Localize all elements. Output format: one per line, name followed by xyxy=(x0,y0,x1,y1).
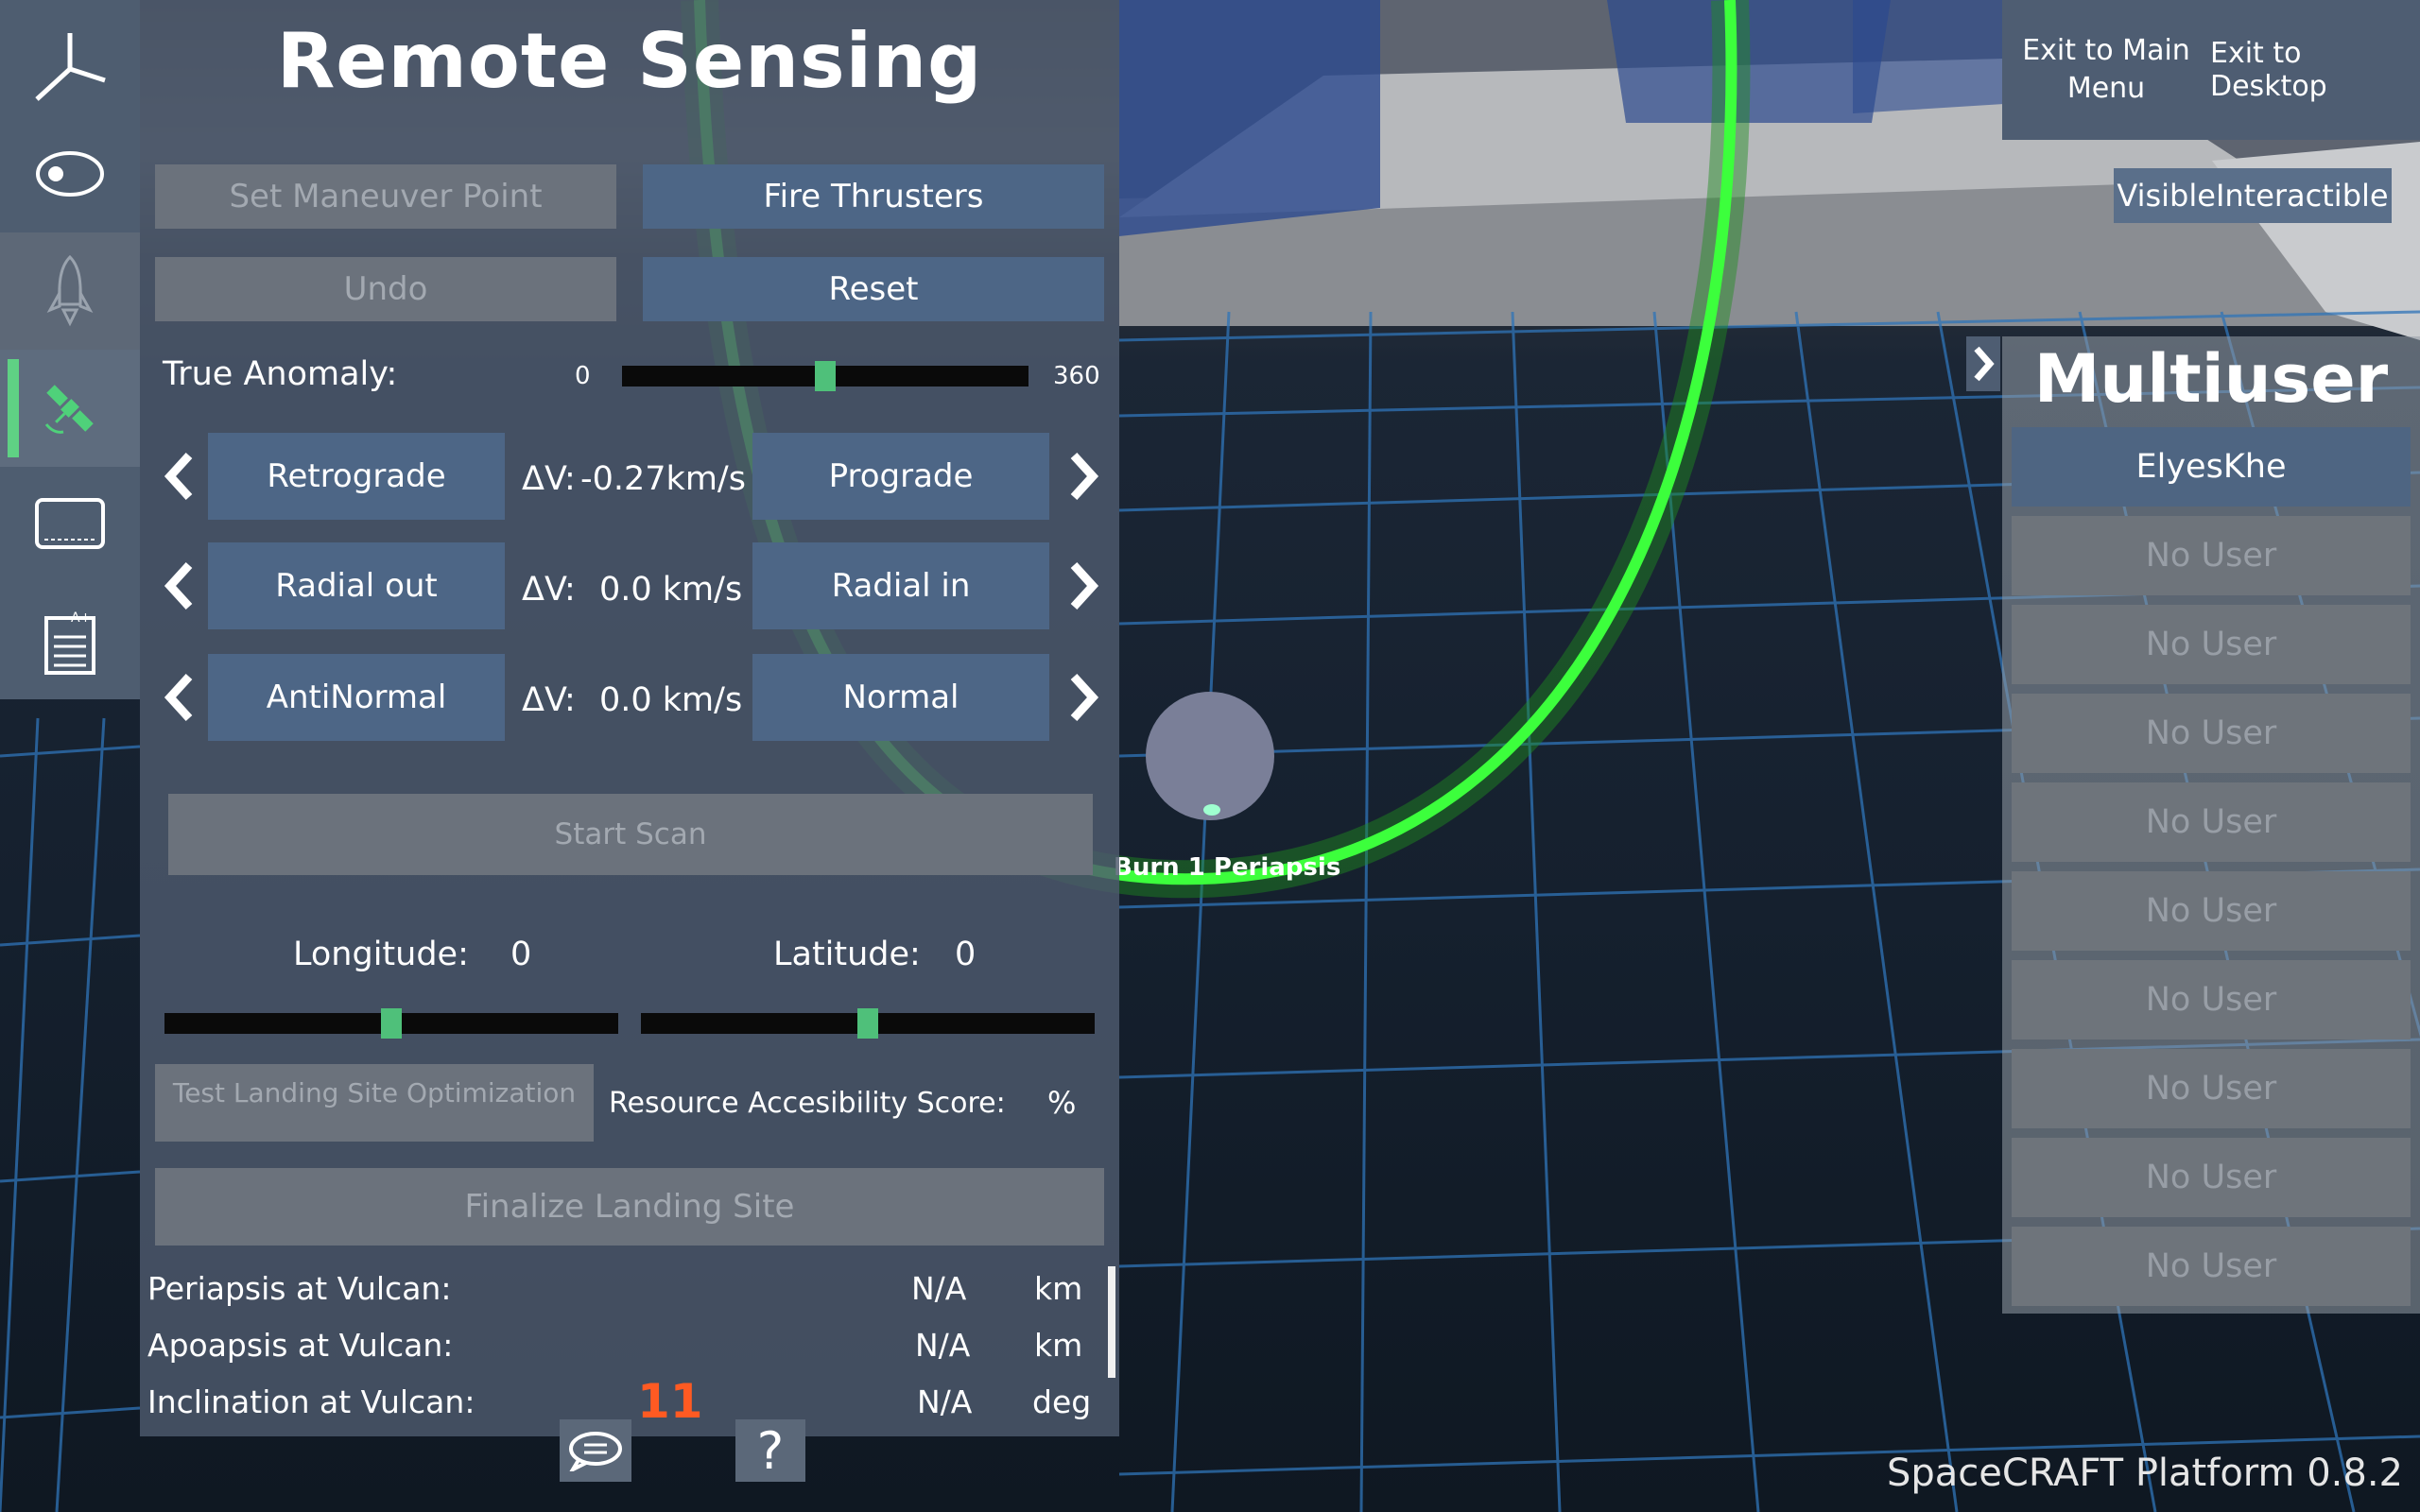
orbit-icon xyxy=(36,151,104,197)
periapsis-marker-label: Burn 1 Periapsis xyxy=(1114,853,1341,882)
radial-dv-value: 0.0 km/s xyxy=(599,571,743,609)
normal-chevron-right-icon[interactable] xyxy=(1064,669,1102,726)
user-slot[interactable]: No User xyxy=(2012,516,2411,595)
monitor-icon xyxy=(35,498,105,549)
prograde-dv-value: -0.27km/s xyxy=(580,460,746,498)
axes-icon xyxy=(35,33,106,101)
top-menu: Exit to Main Menu Exit to Desktop xyxy=(2002,0,2420,140)
multiuser-title: Multiuser xyxy=(2033,340,2389,418)
user-slot[interactable]: No User xyxy=(2012,605,2411,684)
satellite-icon xyxy=(44,385,94,434)
exit-desktop-button[interactable]: Exit to Desktop xyxy=(2210,0,2420,140)
antinormal-button[interactable]: AntiNormal xyxy=(208,654,505,741)
dv-label: ΔV: xyxy=(522,571,576,609)
inclination-value: N/A xyxy=(917,1383,973,1420)
periapsis-label: Periapsis at Vulcan: xyxy=(147,1270,452,1307)
radial-out-button[interactable]: Radial out xyxy=(208,542,505,629)
multiuser-collapse-button[interactable] xyxy=(1966,336,2000,391)
resource-score-label: Resource Accesibility Score: xyxy=(609,1087,1006,1120)
panel-title: Remote Sensing xyxy=(276,17,983,105)
true-anomaly-label: True Anomaly: xyxy=(163,355,398,393)
user-slot[interactable]: No User xyxy=(2012,1227,2411,1306)
retrograde-decrease-chevron-left-icon[interactable] xyxy=(161,448,199,505)
rail-rocket-button[interactable] xyxy=(0,232,140,350)
rail-orbit-button[interactable] xyxy=(0,115,140,232)
prograde-button[interactable]: Prograde xyxy=(752,433,1049,520)
undo-button[interactable]: Undo xyxy=(155,257,616,321)
resource-score-unit: % xyxy=(1047,1085,1077,1121)
true-anomaly-max: 360 xyxy=(1053,362,1100,390)
help-button[interactable]: ? xyxy=(735,1419,805,1482)
latitude-label: Latitude: xyxy=(773,936,921,973)
retrograde-button[interactable]: Retrograde xyxy=(208,433,505,520)
report-card-icon: A+ xyxy=(44,610,95,675)
chat-button[interactable] xyxy=(560,1419,631,1482)
true-anomaly-slider-handle[interactable] xyxy=(815,361,836,391)
set-maneuver-point-button[interactable]: Set Maneuver Point xyxy=(155,164,616,229)
chevron-right-icon xyxy=(1974,346,1995,382)
user-slot[interactable]: No User xyxy=(2012,782,2411,862)
multiuser-panel: Multiuser ElyesKhe No User No User No Us… xyxy=(2002,336,2420,1314)
finalize-landing-site-button[interactable]: Finalize Landing Site xyxy=(155,1168,1104,1246)
apoapsis-unit: km xyxy=(1034,1327,1083,1364)
rail-axes-button[interactable] xyxy=(0,8,140,125)
longitude-slider-handle[interactable] xyxy=(381,1008,402,1039)
longitude-value: 0 xyxy=(510,936,532,973)
chat-unread-badge: 11 xyxy=(637,1374,703,1429)
normal-button[interactable]: Normal xyxy=(752,654,1049,741)
radial-in-button[interactable]: Radial in xyxy=(752,542,1049,629)
periapsis-value: N/A xyxy=(911,1270,967,1307)
radial-in-chevron-right-icon[interactable] xyxy=(1064,558,1102,614)
reset-button[interactable]: Reset xyxy=(643,257,1104,321)
visible-interactible-button[interactable]: VisibleInteractible xyxy=(2114,168,2392,223)
rail-report-button[interactable]: A+ xyxy=(0,584,140,701)
rail-display-button[interactable] xyxy=(0,467,140,584)
user-slot[interactable]: No User xyxy=(2012,871,2411,951)
radial-out-chevron-left-icon[interactable] xyxy=(161,558,199,614)
exit-main-line2: Menu xyxy=(2066,72,2146,105)
apoapsis-value: N/A xyxy=(915,1327,971,1364)
exit-main-line1: Exit to Main xyxy=(2022,34,2190,67)
normal-dv-value: 0.0 km/s xyxy=(599,681,743,719)
periapsis-unit: km xyxy=(1034,1270,1083,1307)
chat-bubble-icon xyxy=(569,1432,622,1471)
remote-sensing-panel: Remote Sensing Set Maneuver Point Fire T… xyxy=(140,0,1119,1436)
true-anomaly-min: 0 xyxy=(575,362,591,390)
latitude-slider-handle[interactable] xyxy=(857,1008,878,1039)
user-slot[interactable]: ElyesKhe xyxy=(2012,427,2411,507)
user-slot[interactable]: No User xyxy=(2012,1049,2411,1128)
stats-scrollbar[interactable] xyxy=(1108,1266,1115,1378)
inclination-unit: deg xyxy=(1032,1383,1092,1420)
longitude-label: Longitude: xyxy=(293,936,469,973)
exit-main-menu-button[interactable]: Exit to Main Menu xyxy=(2002,0,2210,140)
fire-thrusters-button[interactable]: Fire Thrusters xyxy=(643,164,1104,229)
user-slot[interactable]: No User xyxy=(2012,960,2411,1040)
inclination-label: Inclination at Vulcan: xyxy=(147,1383,475,1420)
apoapsis-label: Apoapsis at Vulcan: xyxy=(147,1327,454,1364)
start-scan-button[interactable]: Start Scan xyxy=(168,794,1093,875)
latitude-value: 0 xyxy=(955,936,977,973)
rail-satellite-button[interactable] xyxy=(0,350,140,467)
antinormal-chevron-left-icon[interactable] xyxy=(161,669,199,726)
dv-label: ΔV: xyxy=(522,460,576,498)
rocket-icon xyxy=(46,254,94,327)
tool-rail: A+ xyxy=(0,0,140,699)
svg-text:A+: A+ xyxy=(71,610,91,626)
version-label: SpaceCRAFT Platform 0.8.2 xyxy=(1887,1452,2403,1495)
prograde-increase-chevron-right-icon[interactable] xyxy=(1064,448,1102,505)
user-slot[interactable]: No User xyxy=(2012,694,2411,773)
dv-label: ΔV: xyxy=(522,681,576,719)
user-slot[interactable]: No User xyxy=(2012,1138,2411,1217)
test-landing-site-button[interactable]: Test Landing Site Optimization xyxy=(155,1064,594,1142)
